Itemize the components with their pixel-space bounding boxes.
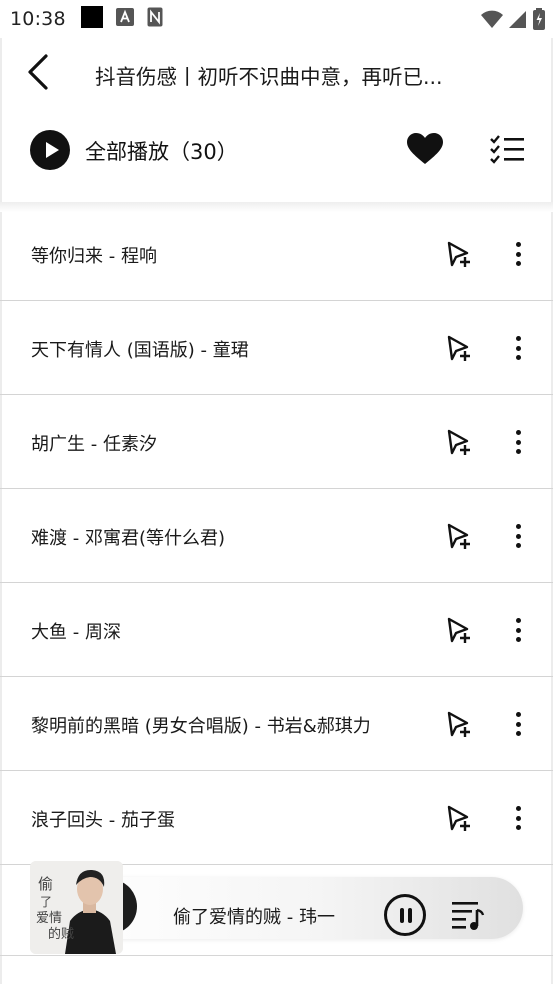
song-title: 胡广生 - 任素汐 (31, 434, 157, 455)
wifi-icon (481, 9, 503, 33)
heart-icon (406, 133, 444, 170)
signal-icon (509, 9, 527, 33)
song-title: 天下有情人 (国语版) - 童珺 (31, 340, 249, 361)
album-art-text: 偷 (38, 875, 54, 893)
now-playing-title[interactable]: 偷了爱情的贼 - 玮一 (173, 903, 335, 929)
playlist-title: 抖音伤感丨初听不识曲中意，再听已... (95, 65, 443, 89)
app-n-icon (147, 7, 163, 31)
add-to-playlist-icon[interactable] (446, 804, 474, 832)
more-options-icon[interactable] (508, 428, 528, 456)
more-options-icon[interactable] (508, 334, 528, 362)
play-all-button[interactable] (30, 130, 70, 170)
favorite-button[interactable] (406, 132, 444, 166)
play-all-label[interactable]: 全部播放（30） (85, 136, 238, 166)
add-to-playlist-icon[interactable] (446, 710, 474, 738)
song-title: 难渡 - 邓寓君(等什么君) (31, 528, 225, 549)
status-time: 10:38 (10, 8, 66, 30)
song-row[interactable]: 黎明前的黑暗 (男女合唱版) - 书岩&郝琪力 (0, 677, 553, 771)
song-row[interactable]: 等你归来 - 程响 (0, 207, 553, 301)
app-header: 抖音伤感丨初听不识曲中意，再听已... (0, 38, 553, 110)
app-a-icon (115, 8, 134, 30)
song-row[interactable]: 天下有情人 (国语版) - 童珺 (0, 301, 553, 395)
song-row[interactable]: 难渡 - 邓寓君(等什么君) (0, 489, 553, 583)
album-cover[interactable]: 偷 了 爱情 的贼 (30, 861, 123, 954)
add-to-playlist-icon[interactable] (446, 522, 474, 550)
song-title: 大鱼 - 周深 (31, 622, 121, 643)
more-options-icon[interactable] (508, 804, 528, 832)
more-options-icon[interactable] (508, 710, 528, 738)
checklist-icon (489, 135, 525, 168)
album-art-text: 的贼 (48, 927, 75, 942)
song-row[interactable]: 大鱼 - 周深 (0, 583, 553, 677)
song-title: 等你归来 - 程响 (31, 246, 157, 267)
add-to-playlist-icon[interactable] (446, 616, 474, 644)
status-bar: 10:38 (0, 0, 553, 38)
song-title: 浪子回头 - 茄子蛋 (31, 810, 175, 831)
song-list: 等你归来 - 程响 天下有情人 (国语版) - 童珺 胡广生 - 任素汐 难渡 … (0, 207, 553, 865)
add-to-playlist-icon[interactable] (446, 240, 474, 268)
notification-square-icon (80, 6, 103, 32)
nav-divider (0, 955, 553, 956)
add-to-playlist-icon[interactable] (446, 334, 474, 362)
playlist-queue-icon (450, 902, 486, 935)
song-title: 黎明前的黑暗 (男女合唱版) - 书岩&郝琪力 (31, 716, 371, 737)
more-options-icon[interactable] (508, 616, 528, 644)
play-all-row: 全部播放（30） (0, 110, 553, 192)
song-row[interactable]: 浪子回头 - 茄子蛋 (0, 771, 553, 865)
add-to-playlist-icon[interactable] (446, 428, 474, 456)
back-button[interactable] (22, 54, 54, 94)
mini-player[interactable]: 偷 了 爱情 的贼 偷了爱情的贼 - 玮一 (30, 861, 523, 956)
battery-icon (533, 8, 545, 34)
more-options-icon[interactable] (508, 240, 528, 268)
pause-button[interactable] (384, 894, 426, 936)
more-options-icon[interactable] (508, 522, 528, 550)
back-arrow-icon (26, 54, 50, 94)
song-row[interactable]: 胡广生 - 任素汐 (0, 395, 553, 489)
multi-select-button[interactable] (489, 134, 525, 164)
play-queue-button[interactable] (450, 899, 486, 931)
